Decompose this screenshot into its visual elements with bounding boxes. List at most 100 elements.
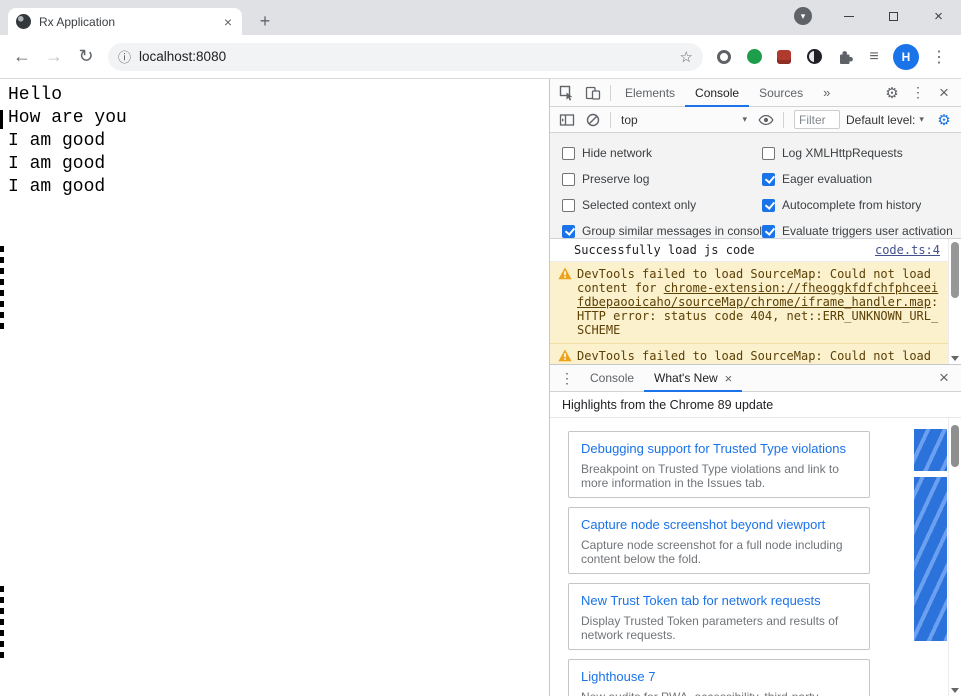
whats-new-card-title[interactable]: Debugging support for Trusted Type viola… (581, 438, 857, 460)
checkbox-label: Preserve log (582, 172, 650, 186)
maximize-button[interactable] (871, 0, 916, 32)
chevron-down-icon: ▾ (919, 114, 924, 124)
drawer-tab-console[interactable]: Console (580, 365, 644, 391)
tab-console[interactable]: Console (685, 79, 750, 107)
console-log-row: Successfully load js code code.ts:4 (550, 239, 948, 262)
inspect-cursor-icon (559, 85, 573, 101)
bookmark-star-icon[interactable]: ☆ (680, 48, 693, 66)
checkbox[interactable] (562, 224, 575, 238)
whats-new-card: Lighthouse 7 New audits for PWA, accessi… (568, 659, 870, 696)
context-selector[interactable]: top ▾ (615, 113, 753, 127)
browser-tab[interactable]: Rx Application × (8, 8, 242, 35)
profile-avatar[interactable]: H (893, 43, 919, 70)
page-text-line: I am good (8, 177, 106, 197)
tab-sources[interactable]: Sources (749, 79, 813, 106)
setting-log-xhr: Log XMLHttpRequests (762, 146, 957, 160)
filter-input[interactable] (794, 110, 840, 129)
device-toolbar-icon[interactable] (580, 79, 606, 106)
console-source-link[interactable]: code.ts:4 (875, 243, 940, 258)
log-level-selector[interactable]: Default level: ▾ (846, 113, 924, 127)
console-message-list: Successfully load js code code.ts:4 DevT… (550, 239, 948, 364)
content-area: Hello How are you I am good I am good I … (0, 79, 961, 696)
devtools-panel: Elements Console Sources » ⚙ ⋮ × top ▾ F… (549, 79, 961, 696)
red-box-icon (777, 49, 791, 64)
live-expression-eye-icon[interactable] (753, 107, 779, 132)
checkbox[interactable] (762, 146, 775, 160)
setting-selected-context-only: Selected context only (562, 198, 762, 212)
tab-close-icon[interactable]: × (222, 14, 234, 30)
scrollbar-down-arrow[interactable] (951, 356, 959, 361)
extension-icon-green[interactable] (739, 42, 769, 72)
extension-icon-red[interactable] (769, 42, 799, 72)
devtools-menu-icon[interactable]: ⋮ (905, 79, 931, 106)
extension-icon-donut[interactable] (709, 42, 739, 72)
checkbox[interactable] (762, 198, 775, 212)
browser-menu-icon[interactable]: ⋮ (923, 41, 955, 73)
maximize-icon (889, 11, 898, 21)
minimize-button[interactable] (826, 0, 871, 32)
whats-new-header: Highlights from the Chrome 89 update (550, 392, 961, 418)
whats-new-card-desc: Capture node screenshot for a full node … (581, 538, 843, 566)
page-text-line: I am good (8, 131, 106, 151)
checkbox[interactable] (562, 198, 575, 212)
reload-button[interactable]: ↻ (70, 41, 102, 73)
console-scrollbar[interactable] (948, 239, 961, 364)
green-shield-icon (746, 49, 762, 64)
eye-icon (758, 114, 774, 125)
checkbox-label: Group similar messages in consol (582, 224, 762, 238)
page-text-line: How are you (8, 108, 127, 128)
drawer-scrollbar[interactable] (948, 418, 961, 696)
reading-list-icon[interactable]: ≡ (859, 42, 889, 72)
new-tab-button[interactable]: + (252, 8, 278, 34)
clear-console-icon[interactable] (580, 107, 606, 132)
drawer-menu-icon[interactable]: ⋮ (554, 365, 580, 391)
url-text[interactable]: localhost:8080 (139, 49, 680, 64)
extensions-puzzle-icon[interactable] (829, 42, 859, 72)
back-button[interactable]: ← (6, 41, 38, 73)
site-info-icon[interactable]: ⓘ (118, 47, 131, 66)
avatar-letter: H (901, 49, 911, 64)
tab-elements[interactable]: Elements (615, 79, 685, 106)
checkbox[interactable] (762, 224, 775, 238)
checkbox-label: Log XMLHttpRequests (782, 146, 903, 160)
checkbox-label: Hide network (582, 146, 653, 160)
whats-new-card-desc: Breakpoint on Trusted Type violations an… (581, 462, 839, 490)
setting-hide-network: Hide network (562, 146, 762, 160)
screen-artifact (0, 246, 4, 334)
chrome-status-icon[interactable]: ▾ (794, 7, 812, 25)
forward-button[interactable]: → (38, 41, 70, 73)
checkbox[interactable] (762, 172, 775, 186)
screen-artifact (0, 110, 3, 129)
devtools-settings-gear-icon[interactable]: ⚙ (879, 79, 905, 106)
browser-toolbar: ← → ↻ ⓘ localhost:8080 ☆ ≡ H ⋮ (0, 35, 961, 79)
whats-new-card-title[interactable]: Capture node screenshot beyond viewport (581, 514, 857, 536)
drawer-tab-close-icon[interactable]: × (725, 371, 733, 386)
contrast-icon (806, 49, 822, 64)
whats-new-card-title[interactable]: Lighthouse 7 (581, 666, 857, 688)
address-bar[interactable]: ⓘ localhost:8080 ☆ (108, 42, 703, 71)
inspect-element-icon[interactable] (554, 79, 580, 106)
drawer-close-icon[interactable]: × (931, 365, 957, 391)
setting-eager-evaluation: Eager evaluation (762, 172, 957, 186)
close-window-button[interactable]: × (916, 0, 961, 32)
scrollbar-thumb[interactable] (951, 242, 959, 298)
more-tabs-icon[interactable]: » (813, 79, 840, 106)
warning-triangle-icon (558, 349, 572, 362)
console-settings-gear-icon[interactable]: ⚙ (931, 107, 957, 132)
context-selected-value: top (621, 112, 638, 127)
page-text-line: Hello (8, 85, 63, 105)
window-controls: ▾ × (794, 0, 961, 32)
scrollbar-down-arrow[interactable] (951, 688, 959, 693)
console-sidebar-icon[interactable] (554, 107, 580, 132)
devtools-close-icon[interactable]: × (931, 79, 957, 106)
checkbox[interactable] (562, 146, 575, 160)
drawer-tab-whats-new[interactable]: What's New × (644, 365, 743, 392)
scrollbar-thumb[interactable] (951, 425, 959, 467)
devtools-tabbar: Elements Console Sources » ⚙ ⋮ × (550, 79, 961, 107)
minimize-icon (843, 15, 854, 17)
checkbox[interactable] (562, 172, 575, 186)
warning-text: DevTools failed to load SourceMap: Could… (577, 349, 932, 364)
whats-new-card-title[interactable]: New Trust Token tab for network requests (581, 590, 857, 612)
extension-icon-contrast[interactable] (799, 42, 829, 72)
checkbox-label: Autocomplete from history (782, 198, 922, 212)
